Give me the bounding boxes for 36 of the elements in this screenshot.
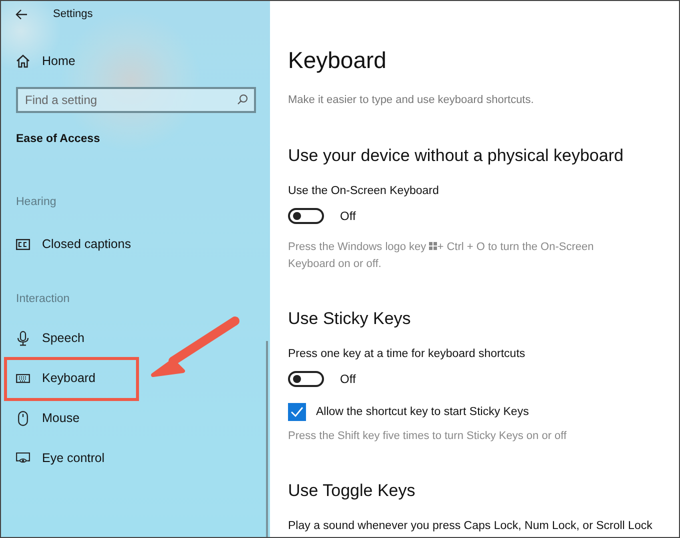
group-heading: Hearing — [16, 195, 58, 210]
toggle-state: Off — [340, 372, 356, 386]
window-title: Settings — [53, 8, 93, 20]
checkbox-label: Allow the shortcut key to start Sticky Keys — [316, 406, 529, 418]
search-icon — [237, 94, 248, 105]
section-heading: Use Sticky Keys — [288, 308, 412, 330]
mouse-icon — [16, 410, 30, 426]
toggle-switch[interactable] — [288, 371, 324, 387]
section-heading: Use Toggle Keys — [288, 480, 416, 502]
sidebar-item[interactable]: Speech — [16, 318, 256, 358]
scrollbar[interactable] — [266, 341, 268, 537]
sidebar-item[interactable]: Closed captions — [16, 224, 256, 264]
search-field[interactable]: Find a setting — [16, 87, 256, 113]
back-arrow-icon[interactable] — [15, 8, 28, 20]
group-heading: Interaction — [16, 292, 71, 307]
setting-label: Play a sound whenever you press Caps Lock, Num Lock, or Scroll Lock — [288, 519, 654, 534]
category-title: Ease of Access — [16, 132, 101, 147]
toggle-state: Off — [340, 209, 356, 223]
toggle-switch[interactable] — [288, 208, 324, 224]
home-icon — [16, 54, 30, 68]
hint-text: Press the Shift key five times to turn Sticky Keys on or off — [288, 429, 568, 444]
home-link[interactable]: Home — [16, 41, 256, 81]
sidebar-item[interactable]: Mouse — [16, 398, 256, 438]
sidebar-item[interactable]: Eye control — [16, 438, 256, 478]
setting-label: Use the On-Screen Keyboard — [288, 184, 440, 199]
setting-label: Press one key at a time for keyboard shortcuts — [288, 347, 526, 362]
microphone-icon — [16, 330, 30, 346]
page-description: Make it easier to type and use keyboard shortcuts. — [288, 93, 535, 108]
keyboard-icon — [16, 374, 30, 382]
eye-control-icon — [16, 452, 30, 464]
hint-text: Press the Windows logo key + Ctrl + O to turn the On-Screen Keyboard on or off. — [288, 240, 595, 272]
checkbox[interactable] — [288, 403, 306, 421]
closed-captions-icon — [16, 238, 30, 250]
section-heading: Use your device without a physical keyboard — [288, 145, 624, 167]
windows-logo-icon — [429, 242, 438, 250]
page-title: Keyboard — [288, 46, 388, 75]
